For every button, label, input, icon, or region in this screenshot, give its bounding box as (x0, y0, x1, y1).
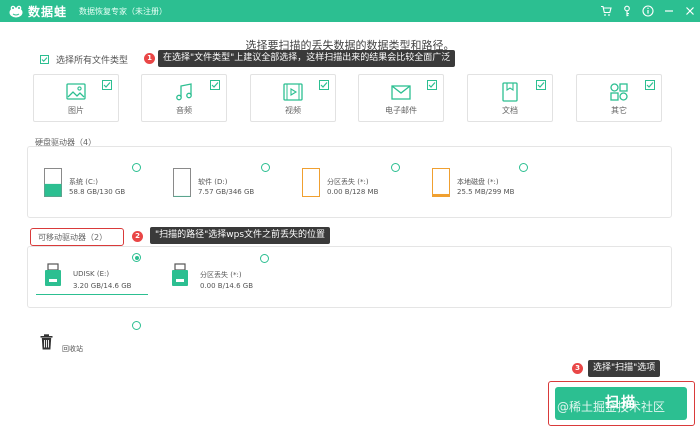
file-type-email-checkbox[interactable] (427, 80, 437, 90)
frog-logo-icon (9, 5, 23, 18)
usb-drive-icon (172, 263, 188, 286)
file-type-label: 音频 (176, 106, 192, 115)
recycle-bin-radio[interactable] (132, 321, 141, 330)
drive-c-radio[interactable] (132, 163, 141, 172)
file-type-video[interactable]: 视频 (250, 74, 336, 122)
file-type-audio[interactable]: 音频 (141, 74, 227, 122)
callout-badge-1: 1 (144, 53, 155, 64)
file-type-email[interactable]: 电子邮件 (358, 74, 444, 122)
trash-icon (40, 334, 53, 350)
drive-lost-partition-radio[interactable] (391, 163, 400, 172)
drive-icon (173, 168, 191, 197)
minimize-icon[interactable] (663, 5, 675, 17)
file-type-label: 文档 (502, 106, 518, 115)
other-icon (610, 83, 628, 101)
file-type-label: 图片 (68, 106, 84, 115)
image-icon (66, 83, 86, 100)
usb-drive-icon (45, 263, 61, 286)
usb-lost-partition-radio[interactable] (260, 254, 269, 263)
drive-icon (44, 168, 62, 197)
key-icon[interactable] (621, 5, 633, 17)
callout-tip-3: 选择"扫描"选项 (588, 360, 661, 377)
recycle-bin-label: 回收站 (62, 345, 83, 353)
app-name: 数据蛙 (28, 4, 68, 19)
select-all-types[interactable]: 选择所有文件类型 (40, 53, 128, 66)
file-type-video-checkbox[interactable] (319, 80, 329, 90)
cart-icon[interactable] (600, 5, 612, 17)
file-type-document-checkbox[interactable] (536, 80, 546, 90)
mail-icon (391, 85, 411, 100)
close-icon[interactable] (684, 5, 696, 17)
callout-badge-2: 2 (132, 231, 143, 242)
file-type-label: 其它 (611, 106, 627, 115)
file-type-label: 电子邮件 (385, 106, 417, 115)
app-subtitle: 数据恢复专家（未注册） (79, 6, 168, 16)
drive-local-disk-radio[interactable] (519, 163, 528, 172)
drive-d-radio[interactable] (261, 163, 270, 172)
callout-badge-3: 3 (572, 363, 583, 374)
file-type-other[interactable]: 其它 (576, 74, 662, 122)
document-icon (502, 82, 518, 102)
music-icon (176, 83, 192, 101)
drive-icon (302, 168, 320, 197)
info-icon[interactable] (642, 5, 654, 17)
file-type-audio-checkbox[interactable] (210, 80, 220, 90)
video-icon (283, 83, 303, 101)
file-type-other-checkbox[interactable] (645, 80, 655, 90)
removable-drives-title: 可移动驱动器（2） (38, 233, 108, 242)
select-all-label: 选择所有文件类型 (56, 56, 129, 66)
title-bar: 数据蛙 数据恢复专家（未注册） (0, 0, 700, 22)
callout-tip-2: "扫描的路径"选择wps文件之前丢失的位置 (150, 227, 331, 244)
usb-drive-e-radio[interactable] (132, 253, 141, 262)
selected-underline (36, 294, 148, 295)
callout-tip-1: 在选择"文件类型"上建议全部选择，这样扫描出来的结果会比较全面广泛 (158, 50, 456, 67)
watermark: @稀土掘金技术社区 (557, 400, 666, 414)
drive-icon (432, 168, 450, 197)
removable-drives-panel (27, 246, 672, 308)
file-type-label: 视频 (285, 106, 301, 115)
file-type-image[interactable]: 图片 (33, 74, 119, 122)
file-type-image-checkbox[interactable] (102, 80, 112, 90)
select-all-checkbox[interactable] (40, 55, 49, 64)
file-type-document[interactable]: 文档 (467, 74, 553, 122)
app-logo: 数据蛙 数据恢复专家（未注册） (8, 3, 167, 20)
